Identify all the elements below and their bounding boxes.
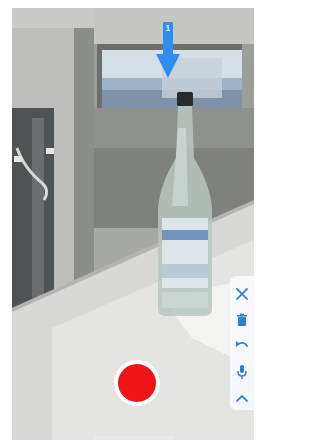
- tool-panel: [230, 276, 254, 410]
- voice-button[interactable]: [230, 360, 254, 384]
- delete-button[interactable]: [230, 308, 254, 332]
- undo-icon: [236, 341, 248, 347]
- home-indicator: [94, 436, 174, 440]
- chevron-up-icon: [236, 394, 248, 402]
- record-button[interactable]: [114, 360, 160, 406]
- close-button[interactable]: [230, 282, 254, 306]
- collapse-button[interactable]: [230, 386, 254, 410]
- trash-icon: [237, 313, 247, 326]
- camera-screen: 1: [12, 8, 254, 440]
- record-dot: [118, 364, 156, 402]
- undo-button[interactable]: [230, 334, 254, 358]
- microphone-icon: [237, 365, 247, 379]
- ar-marker-label: 1: [165, 24, 171, 33]
- close-icon: [236, 288, 248, 300]
